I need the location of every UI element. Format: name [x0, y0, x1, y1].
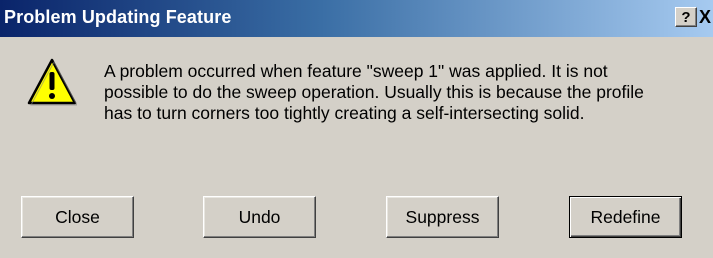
- title-bar[interactable]: Problem Updating Feature ? X: [0, 0, 713, 37]
- suppress-button[interactable]: Suppress: [386, 196, 499, 238]
- message-line: has to turn corners too tightly creating…: [104, 103, 585, 123]
- message-line: A problem occurred when feature "sweep 1…: [104, 61, 608, 81]
- help-button[interactable]: ?: [675, 7, 697, 27]
- dialog-title: Problem Updating Feature: [4, 7, 232, 27]
- warning-icon: [27, 58, 77, 106]
- undo-button[interactable]: Undo: [203, 196, 316, 238]
- problem-dialog: Problem Updating Feature ? X A problem o…: [0, 0, 713, 258]
- error-message: A problem occurred when feature "sweep 1…: [104, 61, 704, 124]
- redefine-button[interactable]: Redefine: [569, 196, 682, 238]
- close-button[interactable]: Close: [21, 196, 134, 238]
- close-window-button[interactable]: X: [699, 7, 711, 27]
- message-line: possible to do the sweep operation. Usua…: [104, 82, 644, 102]
